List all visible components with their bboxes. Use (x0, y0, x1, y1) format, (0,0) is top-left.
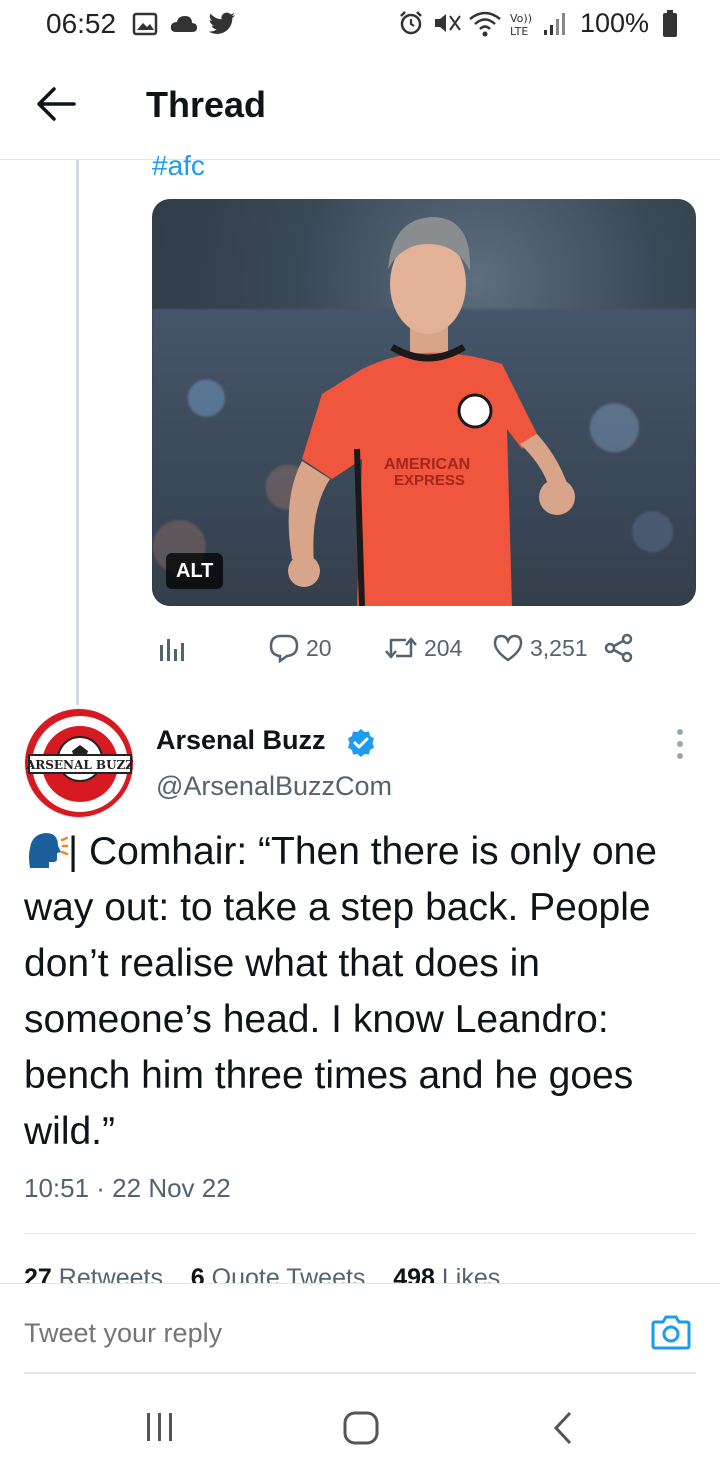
share-button[interactable] (604, 628, 640, 668)
retweet-icon (385, 637, 417, 659)
home-icon[interactable] (342, 1410, 380, 1446)
tweet-body: | Comhair: “Then there is only one way o… (24, 830, 657, 1153)
like-icon (493, 634, 523, 662)
svg-text:LTE: LTE (510, 25, 528, 38)
player-illustration: AMERICAN EXPRESS (288, 217, 575, 606)
speaking-head-icon (29, 833, 70, 868)
svg-text:EXPRESS: EXPRESS (394, 472, 465, 489)
hashtag-link[interactable]: #afc (152, 150, 205, 182)
gallery-icon (132, 12, 158, 36)
reply-button[interactable]: 20 (268, 628, 332, 668)
share-icon (604, 633, 633, 663)
wifi-icon (469, 11, 501, 37)
likes-count-label[interactable]: Likes (442, 1264, 500, 1284)
battery-icon (663, 10, 677, 37)
app-header: Thread (0, 48, 720, 160)
author-handle[interactable]: @ArsenalBuzzCom (156, 771, 392, 802)
like-count: 3,251 (530, 634, 588, 661)
mute-icon (435, 14, 461, 32)
thread-connector-line (76, 160, 79, 705)
engagement-counts: 27 Retweets 6 Quote Tweets 498 Likes (24, 1264, 696, 1284)
status-time: 06:52 (46, 8, 117, 39)
retweets-count-value[interactable]: 27 (24, 1264, 52, 1284)
quotes-count-value[interactable]: 6 (191, 1264, 205, 1284)
page-title: Thread (146, 84, 267, 125)
more-options-icon[interactable] (668, 726, 692, 762)
analytics-button[interactable] (158, 628, 190, 668)
signal-icon (544, 13, 565, 35)
retweet-count: 204 (424, 634, 463, 661)
camera-icon[interactable] (651, 1314, 691, 1350)
quotes-count-label[interactable]: Quote Tweets (212, 1264, 366, 1284)
retweet-button[interactable]: 204 (384, 628, 462, 668)
reply-underline (24, 1372, 696, 1374)
tweet-text: | Comhair: “Then there is only one way o… (24, 824, 700, 1160)
system-nav-bar (0, 1380, 720, 1480)
avatar[interactable]: ARSENAL BUZZ (24, 708, 134, 818)
tweet-photo[interactable]: AMERICAN EXPRESS ALT (152, 199, 696, 606)
reply-icon (269, 634, 299, 663)
like-button[interactable]: 3,251 (492, 628, 588, 668)
cloud-icon (170, 16, 197, 32)
svg-text:Vo)): Vo)) (510, 12, 532, 25)
likes-count-value[interactable]: 498 (393, 1264, 435, 1284)
tweet-timestamp[interactable]: 10:51 · 22 Nov 22 (24, 1173, 231, 1204)
reply-input[interactable] (24, 1318, 584, 1349)
recent-apps-icon[interactable] (144, 1410, 176, 1444)
arrow-left-icon[interactable] (34, 84, 78, 124)
back-icon[interactable] (550, 1410, 576, 1446)
analytics-icon (160, 639, 184, 661)
twitter-icon (208, 12, 235, 34)
alarm-icon (400, 11, 422, 35)
volte-icon: Vo)) LTE (510, 12, 532, 38)
reply-count: 20 (306, 634, 332, 661)
arsenal-buzz-logo: ARSENAL BUZZ (25, 709, 134, 817)
svg-text:ARSENAL BUZZ: ARSENAL BUZZ (25, 758, 134, 772)
reply-bar (0, 1283, 720, 1373)
author-name[interactable]: Arsenal Buzz (156, 725, 326, 756)
alt-badge[interactable]: ALT (166, 553, 224, 589)
svg-text:AMERICAN: AMERICAN (384, 456, 470, 473)
divider (24, 1233, 696, 1234)
battery-percent: 100% (580, 8, 650, 38)
retweets-count-label[interactable]: Retweets (59, 1264, 163, 1284)
tweet-action-bar: 20 204 3,251 (152, 628, 696, 668)
status-bar: 06:52 Vo)) LTE 100% (0, 0, 720, 48)
verified-badge-icon (348, 729, 374, 757)
